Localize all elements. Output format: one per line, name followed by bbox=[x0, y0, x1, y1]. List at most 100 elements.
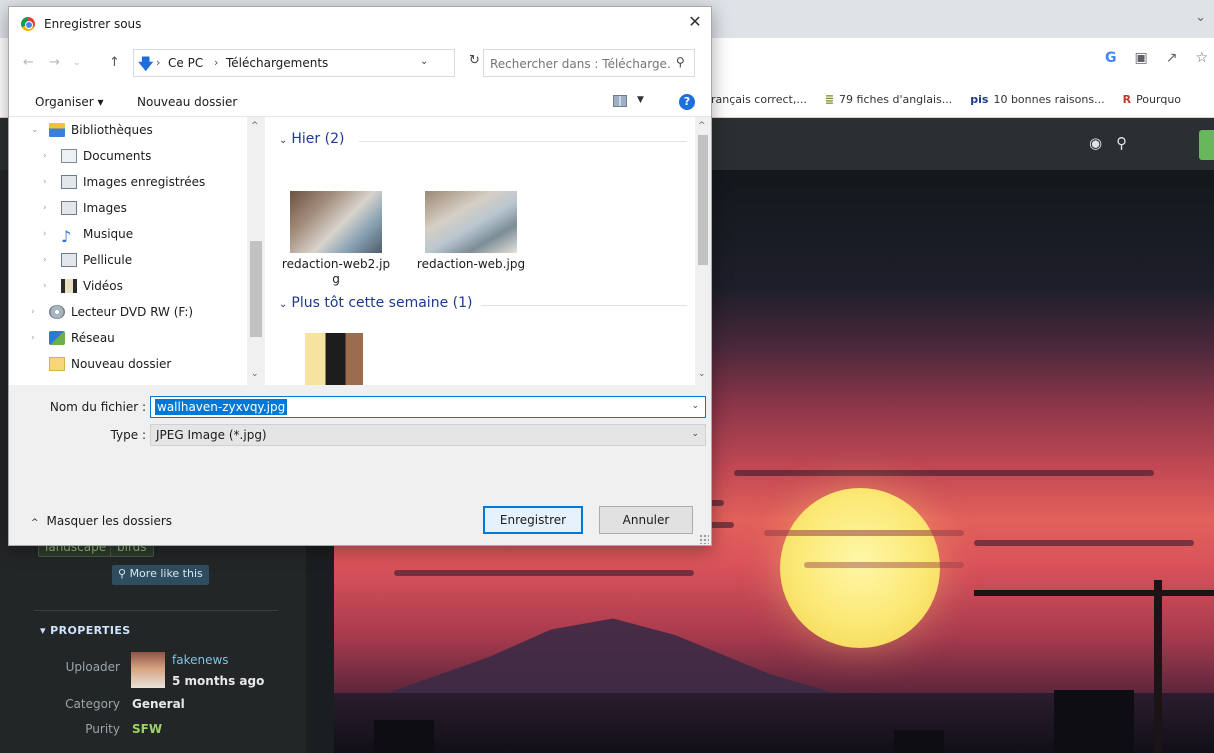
tree-item-videos[interactable]: › Vidéos bbox=[43, 275, 123, 297]
tree-item-network[interactable]: › Réseau bbox=[31, 327, 115, 349]
avatar[interactable] bbox=[131, 652, 165, 688]
network-icon bbox=[49, 331, 65, 345]
tree-item-pictures[interactable]: › Images bbox=[43, 197, 127, 219]
search-icon[interactable]: ⚲ bbox=[676, 55, 685, 69]
chevron-down-icon[interactable]: ⌄ bbox=[73, 58, 81, 68]
view-options-icon[interactable] bbox=[613, 95, 627, 107]
filename-value[interactable]: wallhaven-zyxvqy.jpg bbox=[155, 399, 288, 415]
divider bbox=[359, 141, 687, 142]
chevron-right-icon[interactable]: › bbox=[43, 151, 55, 161]
chevron-down-icon[interactable]: ⌄ bbox=[420, 56, 428, 67]
chevron-right-icon[interactable]: › bbox=[43, 229, 55, 239]
file-list-scrollbar[interactable]: ^ ⌄ bbox=[695, 117, 711, 385]
translate-icon[interactable]: ▣ bbox=[1134, 50, 1147, 66]
chevron-down-icon[interactable]: ⌄ bbox=[31, 125, 43, 135]
crane-pole bbox=[1154, 580, 1162, 753]
divider bbox=[481, 305, 687, 306]
tree-item-music[interactable]: › Musique bbox=[43, 223, 133, 245]
command-bar: Organiser ▾ Nouveau dossier ▼ ? bbox=[9, 87, 711, 117]
file-thumbnail[interactable] bbox=[425, 191, 517, 253]
share-icon[interactable]: ↗ bbox=[1166, 50, 1178, 66]
chevron-down-icon[interactable]: ⌄ bbox=[691, 429, 699, 439]
scrollbar-thumb[interactable] bbox=[698, 135, 708, 265]
search-icon[interactable]: ⚲ bbox=[1116, 134, 1127, 152]
chevron-right-icon[interactable]: › bbox=[156, 56, 160, 69]
property-label: Uploader bbox=[65, 660, 120, 674]
chevron-right-icon[interactable]: › bbox=[43, 203, 55, 213]
chevron-down-icon: ⌄ bbox=[279, 299, 288, 310]
scroll-down-icon[interactable]: ⌄ bbox=[698, 369, 706, 379]
tree-item-dvd-drive[interactable]: › Lecteur DVD RW (F:) bbox=[31, 301, 193, 323]
property-label: Category bbox=[65, 697, 120, 711]
new-folder-button[interactable]: Nouveau dossier bbox=[137, 95, 237, 109]
breadcrumb-downloads[interactable]: Téléchargements bbox=[226, 56, 328, 70]
file-thumbnail[interactable] bbox=[290, 191, 382, 253]
breadcrumb-this-pc[interactable]: Ce PC bbox=[168, 56, 203, 70]
up-arrow-icon[interactable]: ↑ bbox=[109, 55, 120, 70]
chevron-right-icon[interactable]: › bbox=[43, 281, 55, 291]
group-header-earlier-this-week[interactable]: ⌄ Plus tôt cette semaine (1) bbox=[279, 295, 472, 311]
chevron-right-icon[interactable]: › bbox=[43, 255, 55, 265]
help-icon[interactable]: ? bbox=[679, 94, 695, 110]
chevron-right-icon[interactable]: › bbox=[31, 307, 43, 317]
tree-item-libraries[interactable]: ⌄ Bibliothèques bbox=[31, 119, 153, 141]
uploader-link[interactable]: fakenews bbox=[172, 653, 229, 667]
dialog-titlebar[interactable]: Enregistrer sous ✕ bbox=[9, 7, 711, 41]
chevron-down-icon[interactable]: ▼ bbox=[637, 95, 644, 105]
organize-button[interactable]: Organiser ▾ bbox=[35, 95, 104, 109]
google-icon[interactable]: G bbox=[1105, 50, 1117, 66]
hide-folders-toggle[interactable]: ^ Masquer les dossiers bbox=[31, 514, 172, 528]
filename-field[interactable]: wallhaven-zyxvqy.jpg ⌄ bbox=[150, 396, 706, 418]
sun bbox=[780, 488, 940, 648]
file-name[interactable]: redaction-web.jpg bbox=[416, 257, 526, 272]
file-name[interactable]: redaction-web2.jpg bbox=[281, 257, 391, 287]
dialog-title: Enregistrer sous bbox=[44, 17, 142, 31]
tree-item-saved-pictures[interactable]: › Images enregistrées bbox=[43, 171, 205, 193]
chevron-down-icon[interactable]: ⌄ bbox=[1195, 10, 1206, 25]
bookmark-item[interactable]: rançais correct,... bbox=[706, 93, 807, 106]
search-input[interactable] bbox=[490, 55, 670, 73]
tree-scrollbar[interactable]: ^ ⌄ bbox=[247, 117, 265, 385]
scroll-up-icon[interactable]: ^ bbox=[251, 121, 259, 131]
category-value: General bbox=[132, 697, 185, 711]
more-like-this-button[interactable]: ⚲ More like this bbox=[112, 565, 209, 585]
upload-button[interactable] bbox=[1199, 130, 1214, 160]
resize-grip[interactable] bbox=[699, 534, 709, 544]
chevron-up-icon: ^ bbox=[31, 518, 39, 528]
search-box[interactable]: ⚲ bbox=[483, 49, 695, 77]
refresh-icon[interactable]: ↻ bbox=[469, 53, 480, 68]
chevron-right-icon[interactable]: › bbox=[31, 333, 43, 343]
bookmark-item[interactable]: pis 10 bonnes raisons... bbox=[970, 93, 1104, 106]
scroll-up-icon[interactable]: ^ bbox=[698, 121, 706, 131]
close-icon[interactable]: ✕ bbox=[681, 12, 709, 34]
music-icon bbox=[61, 227, 77, 241]
tree-item-documents[interactable]: › Documents bbox=[43, 145, 151, 167]
bookmark-item[interactable]: R Pourquo bbox=[1123, 93, 1181, 106]
cancel-button[interactable]: Annuler bbox=[599, 506, 693, 534]
camera-icon[interactable]: ◉ bbox=[1089, 134, 1102, 152]
tree-item-camera-roll[interactable]: › Pellicule bbox=[43, 249, 132, 271]
folder-thumbnail[interactable] bbox=[305, 333, 363, 385]
type-label: Type : bbox=[110, 428, 146, 442]
pictures-icon bbox=[61, 201, 77, 215]
save-as-dialog: Enregistrer sous ✕ ← → ⌄ ↑ 🡇 › Ce PC › T… bbox=[8, 6, 712, 546]
videos-icon bbox=[61, 279, 77, 293]
navigation-pane: ⌄ Bibliothèques › Documents › Images enr… bbox=[9, 117, 265, 385]
save-button[interactable]: Enregistrer bbox=[483, 506, 583, 534]
file-type-select[interactable]: JPEG Image (*.jpg) ⌄ bbox=[150, 424, 706, 446]
crane bbox=[974, 590, 1214, 596]
group-header-yesterday[interactable]: ⌄ Hier (2) bbox=[279, 131, 344, 147]
bookmark-item[interactable]: ≣ 79 fiches d'anglais... bbox=[825, 93, 952, 106]
chevron-down-icon[interactable]: ⌄ bbox=[691, 401, 699, 411]
address-bar[interactable]: 🡇 › Ce PC › Téléchargements ⌄ bbox=[133, 49, 455, 77]
saved-pictures-icon bbox=[61, 175, 77, 189]
chevron-right-icon[interactable]: › bbox=[43, 177, 55, 187]
chevron-right-icon[interactable]: › bbox=[214, 56, 218, 69]
star-icon[interactable]: ☆ bbox=[1195, 50, 1208, 66]
properties-toggle[interactable]: ▾ PROPERTIES bbox=[40, 624, 131, 637]
scrollbar-thumb[interactable] bbox=[250, 241, 262, 337]
tree-item-new-folder[interactable]: Nouveau dossier bbox=[31, 353, 171, 375]
scroll-down-icon[interactable]: ⌄ bbox=[251, 369, 259, 379]
back-arrow-icon[interactable]: ← bbox=[23, 55, 34, 70]
forward-arrow-icon[interactable]: → bbox=[49, 55, 60, 70]
